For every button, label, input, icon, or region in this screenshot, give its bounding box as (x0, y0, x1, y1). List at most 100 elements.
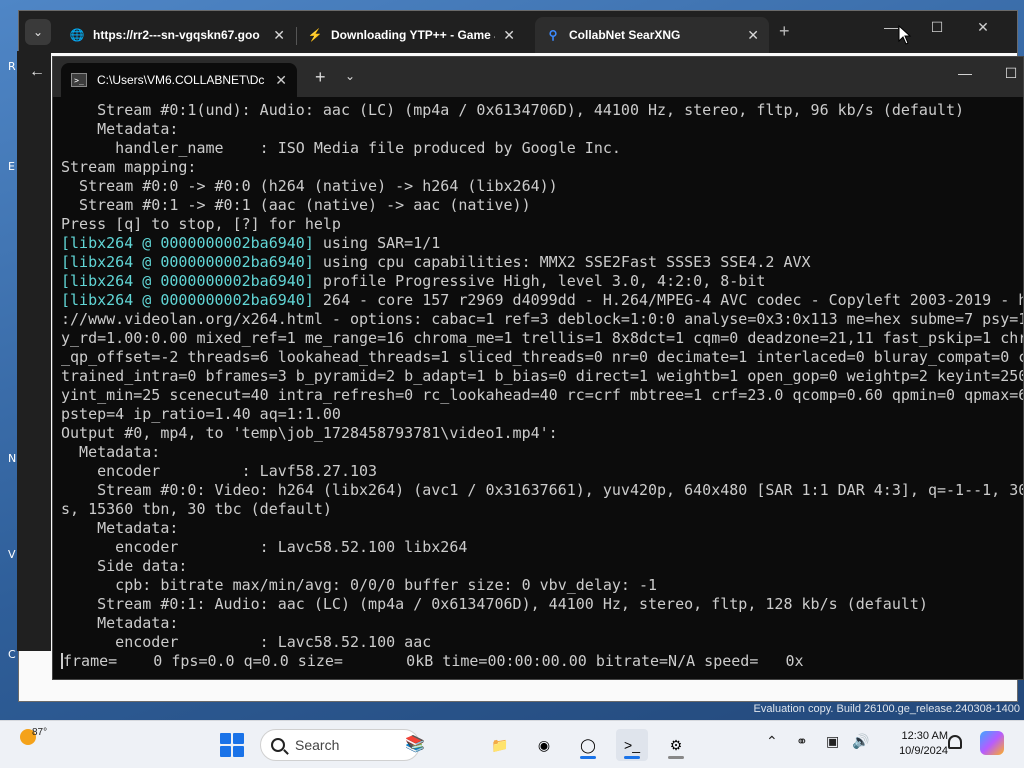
windows-logo-pane (220, 746, 231, 757)
active-indicator (624, 756, 640, 759)
maximize-button[interactable]: ☐ (917, 19, 957, 36)
terminal-line-text: yint_min=25 scenecut=40 intra_refresh=0 … (61, 386, 1023, 404)
terminal-line: encoder : Lavf58.27.103 (61, 462, 1023, 481)
terminal-line-text: Press [q] to stop, [?] for help (61, 215, 341, 233)
terminal-line-text: ://www.videolan.org/x264.html - options:… (61, 310, 1023, 328)
settings-app-icon[interactable]: ⚙ (660, 729, 692, 761)
lightning-icon: ⚡ (307, 28, 323, 42)
close-tab-icon[interactable]: ✕ (275, 72, 287, 89)
terminal-line-text: Side data: (61, 557, 188, 575)
terminal-tab[interactable]: >_ C:\Users\VM6.COLLABNET\Dc ✕ (61, 63, 297, 97)
terminal-output[interactable]: Stream #0:1(und): Audio: aac (LC) (mp4a … (61, 101, 1023, 679)
terminal-line: [libx264 @ 0000000002ba6940] 264 - core … (61, 291, 1023, 310)
terminal-line: Stream #0:0: Video: h264 (libx264) (avc1… (61, 481, 1023, 500)
terminal-line-text: Stream mapping: (61, 158, 197, 176)
tab-actions-chevron-down-icon[interactable]: ⌄ (25, 19, 51, 45)
terminal-line-text: Stream #0:1(und): Audio: aac (LC) (mp4a … (61, 101, 965, 119)
terminal-line-text: frame= 0 fps=0.0 q=0.0 size= 0kB time=00… (63, 652, 804, 670)
terminal-line-text: _qp_offset=-2 threads=6 lookahead_thread… (61, 348, 1023, 366)
file-explorer-icon[interactable]: 📁 (484, 729, 516, 761)
terminal-line: handler_name : ISO Media file produced b… (61, 139, 1023, 158)
terminal-line-text: handler_name : ISO Media file produced b… (61, 139, 621, 157)
weather-temperature: 87° (32, 727, 48, 738)
taskbar-search[interactable]: Search 📚 (260, 729, 425, 761)
browser-tab-downloading[interactable]: ⚡ Downloading YTP++ - Game J ✕ (297, 17, 525, 53)
windows-logo-pane (233, 746, 244, 757)
terminal-line: _qp_offset=-2 threads=6 lookahead_thread… (61, 348, 1023, 367)
terminal-line: encoder : Lavc58.52.100 libx264 (61, 538, 1023, 557)
log-prefix: [libx264 @ 0000000002ba6940] (61, 253, 314, 271)
terminal-line-text: Output #0, mp4, to 'temp\job_17284587937… (61, 424, 558, 442)
terminal-line-text: y_rd=1.00:0.00 mixed_ref=1 me_range=16 c… (61, 329, 1023, 347)
log-prefix: [libx264 @ 0000000002ba6940] (61, 291, 314, 309)
terminal-line-text: Metadata: (61, 443, 161, 461)
desktop-edge-glyph: V (8, 548, 16, 561)
running-indicator (668, 756, 684, 759)
desktop-edge-glyph: R (8, 60, 16, 73)
terminal-line: [libx264 @ 0000000002ba6940] using cpu c… (61, 253, 1023, 272)
terminal-line: [libx264 @ 0000000002ba6940] using SAR=1… (61, 234, 1023, 253)
desktop-edge-glyph: N (8, 452, 17, 465)
windows-logo-icon (220, 733, 231, 744)
terminal-line: yint_min=25 scenecut=40 intra_refresh=0 … (61, 386, 1023, 405)
terminal-line-text: Metadata: (61, 614, 179, 632)
terminal-line-text: encoder : Lavc58.52.100 aac (61, 633, 432, 651)
terminal-line-text: pstep=4 ip_ratio=1.40 aq=1:1.00 (61, 405, 341, 423)
terminal-icon: >_ (71, 73, 87, 87)
terminal-profiles-chevron-down-icon[interactable]: ⌄ (345, 69, 355, 83)
search-icon: ⚲ (548, 28, 558, 42)
log-prefix: [libx264 @ 0000000002ba6940] (61, 234, 314, 252)
browser-tab-label: Downloading YTP++ - Game J (331, 28, 496, 42)
browser-tab-searxng[interactable]: ⚲ CollabNet SearXNG ✕ (535, 17, 769, 53)
terminal-line: ://www.videolan.org/x264.html - options:… (61, 310, 1023, 329)
terminal-line: encoder : Lavc58.52.100 aac (61, 633, 1023, 652)
terminal-line-text: Metadata: (61, 519, 179, 537)
terminal-line: Stream #0:1 -> #0:1 (aac (native) -> aac… (61, 196, 1023, 215)
terminal-line-text: encoder : Lavf58.27.103 (61, 462, 378, 480)
terminal-line: Stream #0:1(und): Audio: aac (LC) (mp4a … (61, 101, 1023, 120)
terminal-line-text: profile Progressive High, level 3.0, 4:2… (313, 272, 766, 290)
terminal-minimize-button[interactable]: — (945, 65, 985, 81)
terminal-line-text: cpb: bitrate max/min/avg: 0/0/0 buffer s… (61, 576, 658, 594)
terminal-tab-bar: >_ C:\Users\VM6.COLLABNET\Dc ✕ + ⌄ — ☐ (53, 57, 1023, 97)
close-tab-icon[interactable]: ✕ (747, 27, 759, 44)
running-indicator (580, 756, 596, 759)
back-arrow-icon[interactable]: ← (29, 63, 45, 81)
evaluation-watermark: Evaluation copy. Build 26100.ge_release.… (753, 703, 1020, 715)
terminal-line-text: Stream #0:1 -> #0:1 (aac (native) -> aac… (61, 196, 531, 214)
log-prefix: [libx264 @ 0000000002ba6940] (61, 272, 314, 290)
terminal-line-text: using SAR=1/1 (313, 234, 441, 252)
firefox-icon[interactable]: ◉ (528, 729, 560, 761)
terminal-line: Stream #0:1: Audio: aac (LC) (mp4a / 0x6… (61, 595, 1023, 614)
terminal-line: Metadata: (61, 519, 1023, 538)
terminal-app-icon[interactable]: >_ (616, 729, 648, 761)
terminal-line-text: Stream #0:0: Video: h264 (libx264) (avc1… (61, 481, 1023, 499)
search-placeholder: Search (295, 737, 340, 753)
terminal-line: Stream mapping: (61, 158, 1023, 177)
new-tab-button[interactable]: + (779, 21, 790, 42)
terminal-line-text: Stream #0:0 -> #0:0 (h264 (native) -> h2… (61, 177, 558, 195)
terminal-line: pstep=4 ip_ratio=1.40 aq=1:1.00 (61, 405, 1023, 424)
start-button[interactable] (220, 733, 244, 757)
browser-tab-video[interactable]: 🌐 https://rr2---sn-vgqskn67.goo ✕ (59, 17, 295, 53)
close-button[interactable]: ✕ (963, 19, 1003, 36)
browser-side-strip (17, 51, 51, 651)
terminal-line: Metadata: (61, 614, 1023, 633)
terminal-line: Stream #0:0 -> #0:0 (h264 (native) -> h2… (61, 177, 1023, 196)
terminal-line-text: Stream #0:1: Audio: aac (LC) (mp4a / 0x6… (61, 595, 928, 613)
close-tab-icon[interactable]: ✕ (273, 27, 285, 44)
new-terminal-tab-button[interactable]: + (315, 67, 326, 88)
terminal-line-text: encoder : Lavc58.52.100 libx264 (61, 538, 468, 556)
browser-tab-label: https://rr2---sn-vgqskn67.goo (93, 28, 260, 42)
terminal-line: Metadata: (61, 120, 1023, 139)
terminal-line-text: Metadata: (61, 120, 179, 138)
weather-widget[interactable]: 87° (20, 727, 47, 745)
terminal-line: y_rd=1.00:0.00 mixed_ref=1 me_range=16 c… (61, 329, 1023, 348)
terminal-line: Press [q] to stop, [?] for help (61, 215, 1023, 234)
chrome-icon[interactable]: ◯ (572, 729, 604, 761)
terminal-maximize-button[interactable]: ☐ (991, 65, 1024, 82)
terminal-line: s, 15360 tbn, 30 tbc (default) (61, 500, 1023, 519)
terminal-line: Metadata: (61, 443, 1023, 462)
terminal-line-text: 264 - core 157 r2969 d4099dd - H.264/MPE… (313, 291, 1023, 309)
close-tab-icon[interactable]: ✕ (503, 27, 515, 44)
